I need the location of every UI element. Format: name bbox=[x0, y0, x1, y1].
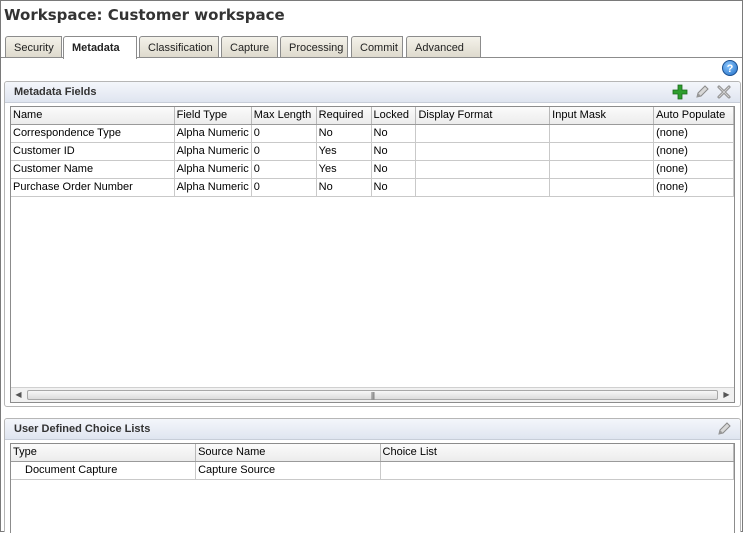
edit-icon[interactable] bbox=[716, 421, 732, 437]
cell-required: No bbox=[316, 124, 372, 143]
scroll-left-icon[interactable]: ◀ bbox=[11, 388, 26, 402]
window-title: Workspace: Customer workspace bbox=[4, 6, 285, 24]
column-header-type[interactable]: Type bbox=[11, 444, 197, 462]
help-icon[interactable]: ? bbox=[722, 60, 738, 76]
tab-metadata[interactable]: Metadata bbox=[63, 36, 137, 59]
cell-type: Document Capture bbox=[11, 461, 197, 480]
tab-capture[interactable]: Capture bbox=[221, 36, 278, 58]
cell-locked: No bbox=[371, 124, 417, 143]
choice-lists-panel: User Defined Choice Lists Type Source Na… bbox=[4, 418, 741, 533]
column-header-display-format[interactable]: Display Format bbox=[415, 107, 551, 125]
column-header-choice-list[interactable]: Choice List bbox=[380, 444, 734, 462]
cell-max-length: 0 bbox=[251, 178, 317, 197]
tab-commit[interactable]: Commit bbox=[351, 36, 403, 58]
edit-icon[interactable] bbox=[694, 84, 710, 100]
cell-auto-populate: (none) bbox=[653, 178, 734, 197]
cell-display-format bbox=[415, 142, 551, 161]
choice-lists-header: User Defined Choice Lists bbox=[5, 419, 740, 440]
metadata-header-row: Name Field Type Max Length Required Lock… bbox=[11, 107, 734, 125]
choice-lists-title: User Defined Choice Lists bbox=[14, 423, 151, 435]
choice-header-row: Type Source Name Choice List bbox=[11, 444, 734, 462]
cell-field-type: Alpha Numeric bbox=[174, 160, 252, 179]
column-header-source-name[interactable]: Source Name bbox=[195, 444, 381, 462]
metadata-fields-panel: Metadata Fields Name Field Type Max Leng… bbox=[4, 81, 741, 407]
cell-input-mask bbox=[549, 124, 655, 143]
cell-input-mask bbox=[549, 142, 655, 161]
column-header-required[interactable]: Required bbox=[316, 107, 372, 125]
cell-locked: No bbox=[371, 160, 417, 179]
scroll-thumb[interactable]: ||| bbox=[27, 390, 718, 400]
cell-display-format bbox=[415, 160, 551, 179]
cell-source-name: Capture Source bbox=[195, 461, 381, 480]
cell-display-format bbox=[415, 178, 551, 197]
cell-max-length: 0 bbox=[251, 160, 317, 179]
cell-auto-populate: (none) bbox=[653, 160, 734, 179]
column-header-auto-populate[interactable]: Auto Populate bbox=[653, 107, 734, 125]
column-header-locked[interactable]: Locked bbox=[371, 107, 417, 125]
tab-classification[interactable]: Classification bbox=[139, 36, 219, 58]
metadata-fields-grid: Name Field Type Max Length Required Lock… bbox=[10, 106, 735, 403]
metadata-fields-table: Name Field Type Max Length Required Lock… bbox=[11, 107, 734, 197]
cell-input-mask bbox=[549, 178, 655, 197]
table-row[interactable]: Customer ID Alpha Numeric 0 Yes No (none… bbox=[11, 142, 734, 161]
metadata-fields-header: Metadata Fields bbox=[5, 82, 740, 103]
delete-icon[interactable] bbox=[716, 84, 732, 100]
cell-field-type: Alpha Numeric bbox=[174, 124, 252, 143]
choice-lists-table: Type Source Name Choice List Document Ca… bbox=[11, 444, 734, 480]
choice-lists-grid: Type Source Name Choice List Document Ca… bbox=[10, 443, 735, 533]
add-icon[interactable] bbox=[672, 84, 688, 100]
cell-field-type: Alpha Numeric bbox=[174, 178, 252, 197]
column-header-field-type[interactable]: Field Type bbox=[174, 107, 252, 125]
cell-locked: No bbox=[371, 142, 417, 161]
table-row[interactable]: Document Capture Capture Source bbox=[11, 461, 734, 480]
cell-name: Customer Name bbox=[11, 160, 175, 179]
cell-max-length: 0 bbox=[251, 142, 317, 161]
cell-required: No bbox=[316, 178, 372, 197]
tab-processing[interactable]: Processing bbox=[280, 36, 348, 58]
grip-icon: ||| bbox=[370, 391, 375, 400]
cell-name: Correspondence Type bbox=[11, 124, 175, 143]
metadata-fields-title: Metadata Fields bbox=[14, 86, 97, 98]
table-row[interactable]: Purchase Order Number Alpha Numeric 0 No… bbox=[11, 178, 734, 197]
table-row[interactable]: Customer Name Alpha Numeric 0 Yes No (no… bbox=[11, 160, 734, 179]
cell-auto-populate: (none) bbox=[653, 124, 734, 143]
cell-auto-populate: (none) bbox=[653, 142, 734, 161]
tab-security[interactable]: Security bbox=[5, 36, 62, 58]
cell-input-mask bbox=[549, 160, 655, 179]
column-header-name[interactable]: Name bbox=[11, 107, 175, 125]
cell-locked: No bbox=[371, 178, 417, 197]
tab-advanced[interactable]: Advanced bbox=[406, 36, 481, 58]
horizontal-scrollbar[interactable]: ◀ ||| ▶ bbox=[11, 387, 734, 402]
cell-max-length: 0 bbox=[251, 124, 317, 143]
scroll-right-icon[interactable]: ▶ bbox=[719, 388, 734, 402]
cell-field-type: Alpha Numeric bbox=[174, 142, 252, 161]
cell-display-format bbox=[415, 124, 551, 143]
tab-strip: Security Metadata Classification Capture… bbox=[1, 36, 742, 59]
column-header-max-length[interactable]: Max Length bbox=[251, 107, 317, 125]
cell-name: Purchase Order Number bbox=[11, 178, 175, 197]
column-header-input-mask[interactable]: Input Mask bbox=[549, 107, 655, 125]
cell-required: Yes bbox=[316, 160, 372, 179]
cell-choice-list bbox=[380, 461, 734, 480]
cell-name: Customer ID bbox=[11, 142, 175, 161]
cell-required: Yes bbox=[316, 142, 372, 161]
table-row[interactable]: Correspondence Type Alpha Numeric 0 No N… bbox=[11, 124, 734, 143]
